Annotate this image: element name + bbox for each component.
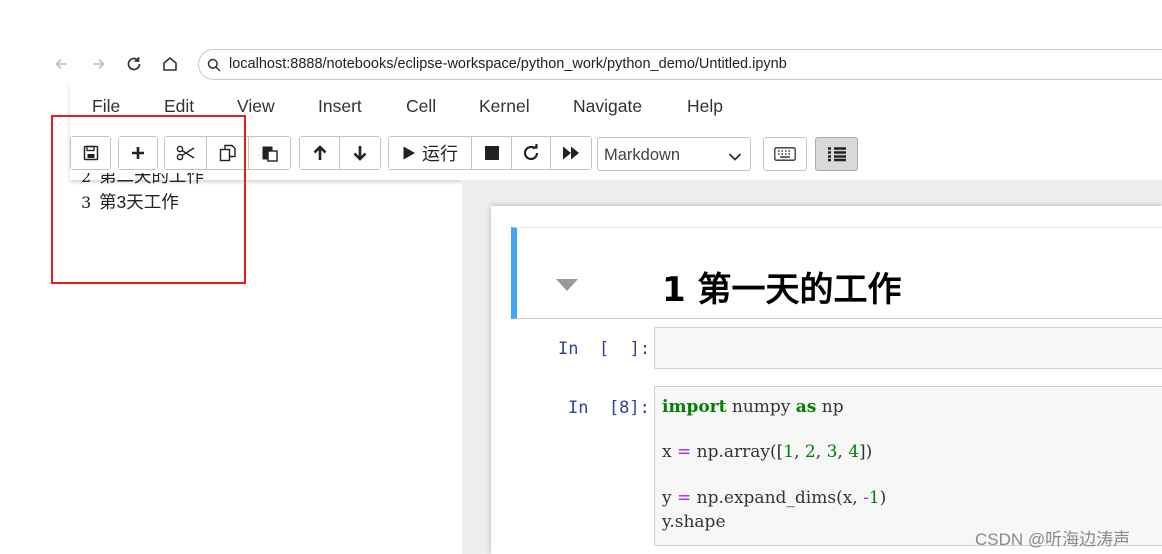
list-icon	[827, 147, 846, 162]
restart-icon	[523, 144, 539, 161]
chevron-down-icon	[728, 149, 742, 167]
move-up-button[interactable]	[300, 137, 340, 169]
cell-type-select[interactable]: Markdown	[597, 137, 751, 171]
code-cell-empty[interactable]	[654, 327, 1162, 369]
menu-file[interactable]: File	[92, 96, 120, 117]
url-text: localhost:8888/notebooks/eclipse-workspa…	[229, 56, 787, 72]
collapse-triangle-icon[interactable]	[555, 278, 579, 297]
code-cell-numpy[interactable]: import numpy as np x = np.array([1, 2, 3…	[654, 386, 1162, 546]
menu-insert[interactable]: Insert	[318, 96, 362, 117]
play-icon	[403, 146, 415, 160]
run-group: 运行	[388, 136, 592, 170]
search-icon	[207, 58, 221, 77]
reload-icon[interactable]	[122, 52, 146, 76]
menu-view[interactable]: View	[237, 96, 275, 117]
menu-navigate[interactable]: Navigate	[573, 96, 642, 117]
watermark: CSDN @听海边涛声	[975, 530, 1131, 549]
cell-heading: 1 第一天的工作	[662, 270, 902, 310]
paste-button[interactable]	[249, 137, 290, 169]
command-palette-button[interactable]	[763, 137, 807, 171]
code-line-3: y = np.expand_dims(x, -1)	[662, 488, 887, 508]
stop-icon	[484, 146, 499, 160]
code-line-1: import numpy as np	[662, 397, 844, 417]
fast-forward-icon	[563, 146, 579, 160]
annotation-highlight-box	[51, 115, 246, 284]
menu-edit[interactable]: Edit	[164, 96, 194, 117]
cell-prompt: In [8]:	[568, 398, 650, 418]
toc-toggle-button[interactable]	[815, 137, 858, 171]
paste-icon	[262, 146, 278, 162]
home-icon[interactable]	[158, 52, 182, 76]
menu-cell[interactable]: Cell	[406, 96, 436, 117]
cell-prompt: In [ ]:	[558, 339, 651, 359]
code-line-2: x = np.array([1, 2, 3, 4])	[662, 442, 873, 462]
run-label: 运行	[422, 144, 458, 164]
move-down-button[interactable]	[340, 137, 380, 169]
address-bar[interactable]: localhost:8888/notebooks/eclipse-workspa…	[198, 49, 1162, 80]
restart-button[interactable]	[512, 137, 551, 169]
run-all-button[interactable]	[551, 137, 591, 169]
menu-help[interactable]: Help	[687, 96, 723, 117]
back-icon[interactable]	[50, 52, 74, 76]
keyboard-icon	[774, 147, 796, 161]
arrow-down-icon	[353, 146, 367, 161]
move-group	[299, 136, 381, 170]
forward-icon[interactable]	[86, 52, 110, 76]
interrupt-button[interactable]	[472, 137, 512, 169]
code-line-4: y.shape	[662, 512, 726, 532]
run-button[interactable]: 运行	[389, 137, 472, 169]
arrow-up-icon	[313, 145, 326, 160]
cell-type-value: Markdown	[604, 146, 681, 164]
menu-kernel[interactable]: Kernel	[479, 96, 530, 117]
